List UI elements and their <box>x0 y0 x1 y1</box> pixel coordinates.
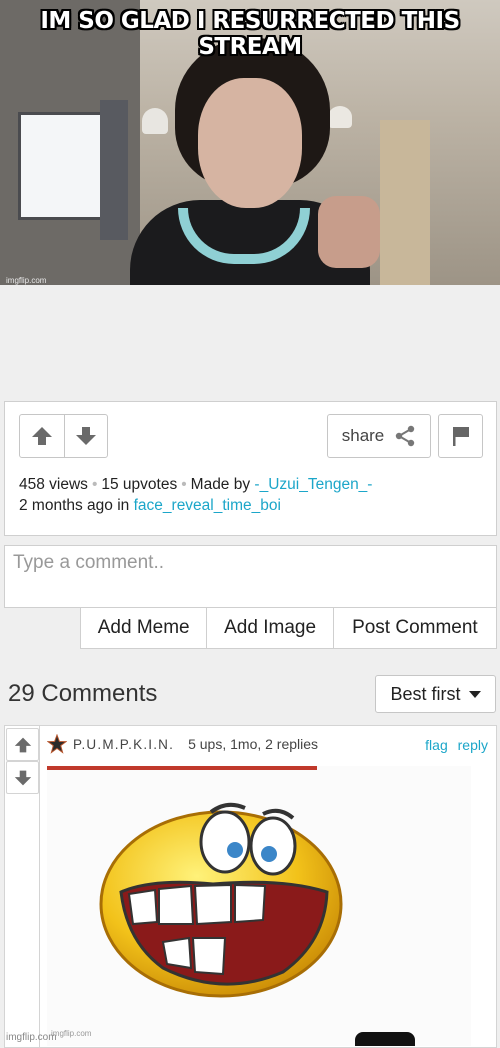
upvotes-count: 15 upvotes <box>101 476 178 493</box>
flag-link[interactable]: flag <box>425 737 448 753</box>
reply-link[interactable]: reply <box>458 737 488 753</box>
comment-username[interactable]: P.U.M.P.K.I.N. <box>73 737 174 752</box>
comment-vote-column <box>5 726 40 1048</box>
comment-header: P.U.M.P.K.I.N. 5 ups, 1mo, 2 replies <box>47 732 318 756</box>
meme-caption: IM SO GLAD I RESURRECTED THIS STREAM <box>40 8 460 60</box>
comment-image: imgflip.com <box>47 766 471 1046</box>
user-avatar-icon <box>47 734 67 754</box>
share-label: share <box>341 426 385 445</box>
flag-button[interactable] <box>438 414 483 458</box>
meme-watermark: imgflip.com <box>6 276 47 285</box>
share-icon <box>396 425 415 447</box>
comment-image-watermark: imgflip.com <box>51 1029 92 1038</box>
comment-item: P.U.M.P.K.I.N. 5 ups, 1mo, 2 replies fla… <box>4 725 497 1048</box>
add-meme-button[interactable]: Add Meme <box>81 608 206 648</box>
background-curtain <box>100 100 128 240</box>
meme-image: IM SO GLAD I RESURRECTED THIS STREAM img… <box>0 0 500 285</box>
arrow-up-icon <box>31 427 52 445</box>
composer-actions: Add Meme Add Image Post Comment <box>80 608 497 649</box>
image-dark-shape <box>355 1032 415 1046</box>
person-face <box>198 78 302 208</box>
laughing-emoji-icon <box>99 802 343 998</box>
separator-dot: • <box>91 476 98 493</box>
separator-dot: • <box>181 476 187 493</box>
arrow-down-icon <box>75 427 96 445</box>
author-link[interactable]: -_Uzui_Tengen_- <box>254 476 372 493</box>
flag-icon <box>452 427 469 446</box>
views-count: 458 views <box>19 476 88 493</box>
vote-group <box>19 414 108 458</box>
background-shelf <box>380 120 430 285</box>
add-image-button[interactable]: Add Image <box>206 608 332 648</box>
background-window <box>18 112 106 220</box>
stream-link[interactable]: face_reveal_time_boi <box>134 497 281 514</box>
footer-watermark: imgflip.com <box>6 1032 57 1043</box>
comment-input[interactable] <box>5 546 496 607</box>
thumbs-up-hand <box>318 196 380 268</box>
arrow-up-icon <box>14 737 31 752</box>
made-by-label: Made by <box>190 476 251 493</box>
share-button[interactable]: share <box>327 414 431 458</box>
comment-downvote-button[interactable] <box>6 761 39 794</box>
comments-count: 29 Comments <box>8 680 158 707</box>
image-edge-bar <box>47 766 317 770</box>
downvote-button[interactable] <box>63 415 108 457</box>
upvote-button[interactable] <box>20 415 64 457</box>
caret-down-icon <box>468 690 481 698</box>
background-lamp <box>328 106 352 128</box>
comment-actions: flag reply <box>419 737 488 753</box>
post-time: 2 months ago in <box>19 497 130 514</box>
sort-label: Best first <box>390 683 461 704</box>
comment-composer <box>4 545 497 608</box>
arrow-down-icon <box>14 770 31 785</box>
post-stats: 458 views • 15 upvotes • Made by -_Uzui_Teng… <box>19 474 372 516</box>
post-comment-button[interactable]: Post Comment <box>332 608 496 648</box>
post-info-panel: share 458 views • 15 upvotes • Made by -_Uzu… <box>4 401 497 536</box>
comment-upvote-button[interactable] <box>6 728 39 761</box>
background-lamp <box>142 108 168 134</box>
comment-meta: 5 ups, 1mo, 2 replies <box>188 736 319 752</box>
sort-dropdown[interactable]: Best first <box>375 675 496 713</box>
